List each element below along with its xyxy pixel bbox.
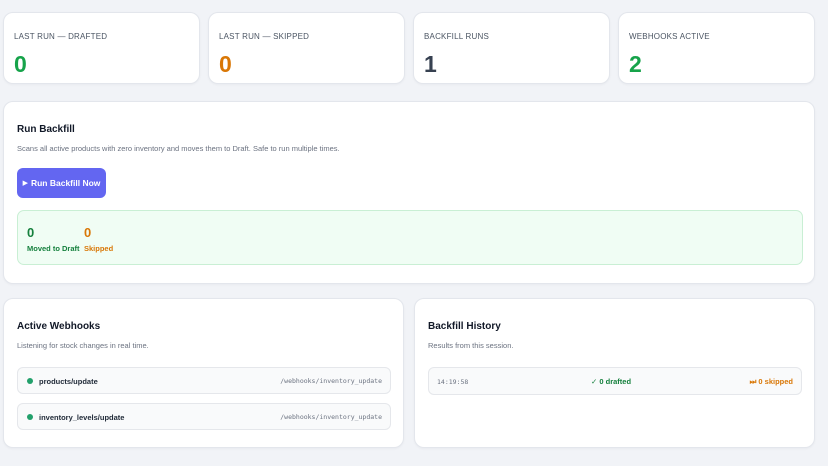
- moved-to-draft-label: Moved to Draft: [27, 244, 80, 253]
- stat-label: LAST RUN — DRAFTED: [14, 32, 108, 41]
- history-row: 14:19:58 ✓ 0 drafted ⏭ 0 skipped: [428, 367, 802, 395]
- webhook-path: /webhooks/inventory_update: [280, 377, 382, 385]
- backfill-result-box: 0 Moved to Draft 0 Skipped: [17, 210, 803, 265]
- webhook-row: inventory_levels/update /webhooks/invent…: [17, 403, 391, 430]
- stat-label: LAST RUN — SKIPPED: [219, 32, 310, 41]
- stat-card-webhooks-active: WEBHOOKS ACTIVE 2: [618, 12, 815, 84]
- history-drafted: ✓ 0 drafted: [591, 377, 632, 386]
- stat-label: WEBHOOKS ACTIVE: [629, 32, 710, 41]
- webhook-path: /webhooks/inventory_update: [280, 413, 382, 421]
- run-backfill-card: Run Backfill Scans all active products w…: [3, 101, 815, 284]
- active-webhooks-card: Active Webhooks Listening for stock chan…: [3, 298, 404, 448]
- webhook-row: products/update /webhooks/inventory_upda…: [17, 367, 391, 394]
- section-title: Backfill History: [428, 321, 501, 332]
- section-description: Listening for stock changes in real time…: [17, 341, 149, 350]
- webhook-topic: inventory_levels/update: [39, 413, 125, 422]
- stat-value: 1: [424, 51, 437, 77]
- history-skipped: ⏭ 0 skipped: [749, 377, 793, 386]
- run-backfill-button[interactable]: ▶ Run Backfill Now: [17, 168, 106, 198]
- section-title: Active Webhooks: [17, 321, 101, 332]
- run-backfill-button-label: Run Backfill Now: [30, 178, 101, 188]
- moved-to-draft-value: 0: [27, 225, 35, 240]
- history-time: 14:19:58: [437, 378, 469, 386]
- section-title: Run Backfill: [17, 124, 75, 135]
- stat-value: 0: [219, 51, 232, 77]
- play-icon: ▶: [22, 180, 28, 187]
- stat-value: 0: [14, 51, 27, 77]
- stat-label: BACKFILL RUNS: [424, 32, 489, 41]
- stat-card-drafted: LAST RUN — DRAFTED 0: [3, 12, 200, 84]
- skipped-label: Skipped: [84, 244, 114, 253]
- backfill-history-card: Backfill History Results from this sessi…: [414, 298, 815, 448]
- skipped-value: 0: [84, 225, 92, 240]
- section-description: Scans all active products with zero inve…: [17, 144, 340, 153]
- status-dot-icon: [27, 414, 33, 420]
- stat-card-skipped: LAST RUN — SKIPPED 0: [208, 12, 405, 84]
- stat-card-backfill-runs: BACKFILL RUNS 1: [413, 12, 610, 84]
- section-description: Results from this session.: [428, 341, 514, 350]
- webhook-topic: products/update: [39, 377, 98, 386]
- stat-value: 2: [629, 51, 642, 77]
- status-dot-icon: [27, 378, 33, 384]
